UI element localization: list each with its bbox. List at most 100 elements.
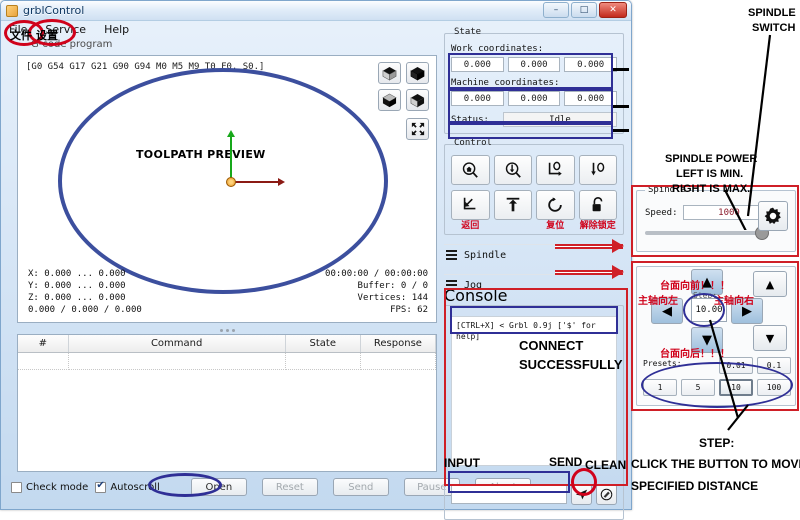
- fit-to-screen-button[interactable]: [406, 118, 429, 140]
- viewport-coordinates-left: X: 0.000 ... 0.000 Y: 0.000 ... 0.000 Z:…: [28, 268, 142, 316]
- table-header-row: # Command State Response: [18, 335, 436, 352]
- preset-button-10[interactable]: 10: [719, 379, 753, 396]
- console-command-input[interactable]: [451, 485, 567, 504]
- machine-y-value: 0.000: [508, 91, 561, 106]
- autoscroll-box: [95, 482, 106, 493]
- safe-position-button[interactable]: [494, 190, 533, 220]
- cell-command: [68, 352, 285, 369]
- work-coordinates-row: 0.000 0.000 0.000: [451, 57, 617, 72]
- spindle-switch-note-line1: SPINDLE: [748, 6, 796, 21]
- return-button[interactable]: 返回: [451, 190, 490, 220]
- autoscroll-label: Autoscroll: [110, 482, 160, 493]
- machine-coordinates-row: 0.000 0.000 0.000: [451, 91, 617, 106]
- column-header-response[interactable]: Response: [360, 335, 435, 352]
- y-range: Y: 0.000 ... 0.000: [28, 280, 142, 292]
- open-button[interactable]: Open: [191, 478, 247, 496]
- work-z-value[interactable]: 0.000: [564, 57, 617, 72]
- zero-xy-icon: [546, 161, 564, 179]
- console-clean-button[interactable]: [596, 484, 617, 505]
- reset-file-button[interactable]: Reset: [262, 478, 318, 496]
- unlock-cn-annotation: 解除锁定: [580, 218, 616, 231]
- jog-panel: ▲ ◀ ▶ ▼ Step: 10.00 ▲ ▼ Presets: 0.01 0.…: [636, 266, 796, 406]
- app-icon: [6, 5, 18, 17]
- x-range: X: 0.000 ... 0.000: [28, 268, 142, 280]
- gcode-program-label: G-code program: [31, 39, 112, 50]
- control-group: Control: [444, 144, 624, 235]
- up-arrow-icon: [504, 196, 522, 214]
- console-group-box: [CTRL+X] < Grbl 0.9j ['$' for help]: [444, 305, 624, 520]
- cell-state: [285, 352, 360, 369]
- application-window: grblControl – □ ✕ File Service Help G-co…: [0, 0, 632, 510]
- preset-button-1[interactable]: 1: [643, 379, 677, 396]
- close-button[interactable]: ✕: [599, 2, 627, 18]
- jog-step-value[interactable]: 10.00: [691, 298, 727, 322]
- maximize-button[interactable]: □: [571, 2, 597, 18]
- column-header-index[interactable]: #: [18, 335, 68, 352]
- jog-z-plus-button[interactable]: ▲: [753, 271, 787, 297]
- top-view-button[interactable]: [378, 89, 401, 111]
- front-view-button[interactable]: [406, 62, 429, 84]
- splitter-handle[interactable]: [17, 326, 437, 334]
- menu-item-file[interactable]: File: [9, 23, 27, 36]
- state-group-box: Work coordinates: 0.000 0.000 0.000 Mach…: [444, 33, 624, 134]
- isometric-view-button[interactable]: [378, 62, 401, 84]
- spindle-section-header[interactable]: Spindle: [444, 244, 624, 265]
- unlock-button[interactable]: 解除锁定: [579, 190, 618, 220]
- jog-y-minus-button[interactable]: ▼: [691, 327, 723, 353]
- send-plane-icon: [575, 488, 588, 501]
- preset-button-5[interactable]: 5: [681, 379, 715, 396]
- status-row: Status: Idle: [451, 112, 617, 127]
- machine-x-value: 0.000: [451, 91, 504, 106]
- jog-x-minus-button[interactable]: ◀: [651, 298, 683, 324]
- spindle-power-note-line2: LEFT IS MIN.: [676, 167, 743, 182]
- spindle-switch-button[interactable]: [758, 201, 788, 231]
- cube-left-icon: [410, 93, 425, 108]
- reset-button[interactable]: 复位: [536, 190, 575, 220]
- window-title: grblControl: [23, 4, 84, 17]
- splitter-dot: [226, 329, 229, 332]
- control-button-grid-row1: [451, 155, 617, 185]
- zero-z-icon: [589, 161, 607, 179]
- table-row[interactable]: [18, 352, 436, 369]
- step-note-label: STEP:: [699, 436, 734, 451]
- y-axis-arrow: [230, 137, 232, 181]
- jog-z-minus-button[interactable]: ▼: [753, 325, 787, 351]
- command-table[interactable]: # Command State Response: [17, 334, 437, 472]
- step-desc-line2: SPECIFIED DISTANCE: [631, 479, 758, 494]
- send-file-button[interactable]: Send: [333, 478, 389, 496]
- menu-item-help[interactable]: Help: [104, 23, 129, 36]
- probe-button[interactable]: [494, 155, 533, 185]
- check-mode-checkbox[interactable]: Check mode: [11, 482, 88, 493]
- work-y-value[interactable]: 0.000: [508, 57, 561, 72]
- toolpath-viewport[interactable]: [G0 G54 G17 G21 G90 G94 M0 M5 M9 T0 F0. …: [17, 55, 437, 323]
- spindle-power-slider[interactable]: [645, 231, 763, 235]
- return-icon: [461, 196, 479, 214]
- work-x-value[interactable]: 0.000: [451, 57, 504, 72]
- work-coordinates-label: Work coordinates:: [451, 44, 617, 54]
- preset-button-100[interactable]: 100: [757, 379, 791, 396]
- preset-button-0.01[interactable]: 0.01: [719, 357, 753, 374]
- home-magnifier-icon: [461, 161, 479, 179]
- menu-item-service[interactable]: Service: [45, 23, 86, 36]
- jog-x-plus-button[interactable]: ▶: [731, 298, 763, 324]
- probe-magnifier-icon: [504, 161, 522, 179]
- toolpath-preview-annotation: TOOLPATH PREVIEW: [136, 148, 266, 161]
- preset-button-0.1[interactable]: 0.1: [757, 357, 791, 374]
- home-button[interactable]: [451, 155, 490, 185]
- autoscroll-checkbox[interactable]: Autoscroll: [95, 482, 160, 493]
- cell-index: [18, 352, 68, 369]
- z-range: Z: 0.000 ... 0.000: [28, 292, 142, 304]
- minimize-button[interactable]: –: [543, 2, 569, 18]
- zero-xy-button[interactable]: [536, 155, 575, 185]
- column-header-command[interactable]: Command: [68, 335, 285, 352]
- column-header-state[interactable]: State: [285, 335, 360, 352]
- left-view-button[interactable]: [406, 89, 429, 111]
- status-label: Status:: [451, 115, 499, 125]
- dimensions: 0.000 / 0.000 / 0.000: [28, 304, 142, 316]
- vertices-count: Vertices: 144: [325, 292, 428, 304]
- command-table-grid: # Command State Response: [18, 335, 436, 370]
- console-send-button[interactable]: [571, 484, 592, 505]
- cube-top-icon: [382, 93, 397, 108]
- zero-z-button[interactable]: [579, 155, 618, 185]
- state-group: State Work coordinates: 0.000 0.000 0.00…: [444, 33, 624, 134]
